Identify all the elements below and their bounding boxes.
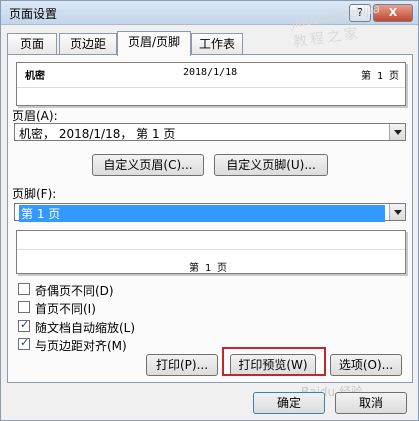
chevron-down-icon[interactable]	[389, 204, 405, 220]
checkmark-icon: ✓	[20, 336, 30, 349]
checkbox-box[interactable]	[18, 301, 30, 313]
tab-header-footer[interactable]: 页眉/页脚	[117, 31, 191, 56]
options-button[interactable]: 选项(O)...	[330, 354, 402, 376]
footer-dropdown-value: 第 1 页	[19, 205, 385, 222]
custom-footer-button[interactable]: 自定义页脚(U)...	[214, 154, 328, 176]
cancel-button[interactable]: 取消	[335, 392, 407, 414]
header-footer-panel: 机密 2018/1/18 第 1 页 页眉(A): 机密， 2018/1/18，…	[7, 54, 413, 383]
checkbox-label: 奇偶页不同(D)	[35, 284, 114, 298]
dialog-title: 页面设置	[9, 7, 58, 21]
footer-dropdown[interactable]: 第 1 页	[14, 203, 406, 222]
checkbox-label: 随文档自动缩放(L)	[35, 321, 136, 335]
preview-divider	[17, 249, 405, 250]
print-preview-highlight	[222, 347, 326, 376]
checkbox-box[interactable]: ✓	[18, 336, 30, 350]
tab-sheet[interactable]: 工作表	[191, 33, 243, 55]
tab-page[interactable]: 页面	[7, 33, 57, 55]
header-preview: 机密 2018/1/18 第 1 页	[16, 62, 406, 106]
preview-divider	[17, 87, 405, 88]
checkbox-label: 与页边距对齐(M)	[35, 339, 127, 353]
checkbox-box[interactable]	[18, 283, 30, 295]
tab-margins[interactable]: 页边距	[59, 33, 117, 55]
footer-preview-center: 第 1 页	[189, 263, 228, 274]
footer-preview: 第 1 页	[16, 230, 406, 274]
custom-header-button[interactable]: 自定义页眉(C)...	[92, 154, 204, 176]
checkbox-label: 首页不同(I)	[35, 302, 96, 316]
header-preview-left: 机密	[25, 71, 45, 82]
header-preview-right: 第 1 页	[361, 71, 400, 82]
footer-label: 页脚(F):	[12, 187, 57, 201]
checkbox-box[interactable]: ✓	[18, 318, 30, 332]
header-dropdown[interactable]: 机密， 2018/1/18， 第 1 页	[14, 123, 406, 141]
header-label: 页眉(A):	[12, 109, 58, 123]
checkmark-icon: ✓	[20, 318, 30, 331]
page-setup-dialog: 页面设置 ? X jiaochengzhijia 教程之家 页面 页边距 页眉/…	[0, 0, 419, 421]
chevron-down-icon[interactable]	[389, 124, 405, 140]
header-dropdown-value: 机密， 2018/1/18， 第 1 页	[19, 127, 176, 141]
header-preview-center: 2018/1/18	[183, 67, 238, 78]
print-button[interactable]: 打印(P)...	[146, 354, 218, 376]
ok-button[interactable]: 确定	[253, 392, 325, 414]
tab-bar: 页面 页边距 页眉/页脚 工作表	[7, 31, 412, 56]
